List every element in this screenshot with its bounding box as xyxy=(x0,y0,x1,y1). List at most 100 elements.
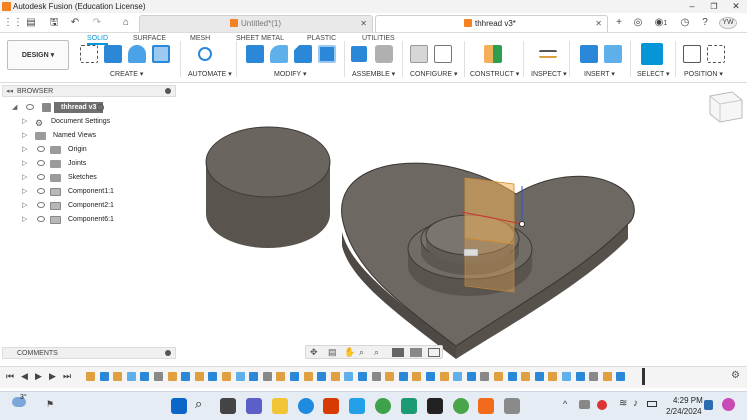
fusion-taskbar-icon[interactable] xyxy=(478,398,494,414)
revert-position-icon[interactable] xyxy=(707,45,725,63)
timeline-feature-icon[interactable] xyxy=(235,372,245,381)
configure-icon[interactable] xyxy=(410,45,428,63)
visibility-eye-icon[interactable] xyxy=(37,188,45,194)
expand-arrow-icon[interactable]: ▷ xyxy=(22,157,27,170)
timeline-feature-icon[interactable] xyxy=(371,372,381,381)
timeline-feature-icon[interactable] xyxy=(126,372,136,381)
timeline-feature-icon[interactable] xyxy=(99,372,109,381)
timeline-feature-icon[interactable] xyxy=(398,372,408,381)
timeline-feature-icon[interactable] xyxy=(208,372,218,381)
timeline-feature-icon[interactable] xyxy=(466,372,476,381)
timeline-feature-icon[interactable] xyxy=(344,372,354,381)
arduino-icon[interactable] xyxy=(401,398,417,414)
timeline-feature-icon[interactable] xyxy=(426,372,435,381)
notifications-icon[interactable]: ◉1 xyxy=(651,16,671,30)
extrude-icon[interactable] xyxy=(104,45,122,63)
insert-group-label[interactable]: INSERT ▾ xyxy=(584,70,615,78)
timeline-next-icon[interactable]: ▶ xyxy=(49,371,56,382)
notification-bell-icon[interactable] xyxy=(704,400,713,410)
timeline-prev-icon[interactable]: ◀ xyxy=(21,371,28,382)
shell-icon[interactable] xyxy=(318,45,336,63)
battery-icon[interactable] xyxy=(647,401,657,407)
timeline-feature-icon[interactable] xyxy=(494,372,503,381)
press-pull-icon[interactable] xyxy=(246,45,264,63)
tab-close-icon[interactable]: ✕ xyxy=(360,16,367,32)
automate-icon[interactable] xyxy=(198,47,212,61)
pan-hand-icon[interactable]: ✋ xyxy=(344,347,355,358)
tab-untitled[interactable]: Untitled*(1) ✕ xyxy=(139,15,373,32)
expand-arrow-icon[interactable]: ▷ xyxy=(22,143,27,156)
inspect-group-label[interactable]: INSPECT ▾ xyxy=(531,70,567,78)
zoom-icon[interactable]: ⌕ xyxy=(359,347,364,358)
expand-arrow-icon[interactable]: ▷ xyxy=(22,185,27,198)
browser-root-label[interactable]: thhread v3 xyxy=(54,102,104,113)
timeline-feature-icon[interactable] xyxy=(167,372,177,381)
hole-icon[interactable] xyxy=(152,45,170,63)
browser-item-component1[interactable]: ▷ Component1:1 xyxy=(0,185,176,198)
clock-date[interactable]: 2/24/2024 xyxy=(666,407,702,416)
task-view-icon[interactable] xyxy=(220,398,236,414)
timeline-feature-icon[interactable] xyxy=(412,372,422,381)
browser-item-joints[interactable]: ▷ Joints xyxy=(0,157,176,170)
undo-icon[interactable]: ↶ xyxy=(68,16,82,30)
canvas-viewport[interactable] xyxy=(176,84,747,366)
chrome-icon[interactable] xyxy=(375,398,391,414)
expand-arrow-icon[interactable]: ▷ xyxy=(22,213,27,226)
timeline-feature-icon[interactable] xyxy=(589,372,599,381)
timeline-feature-icon[interactable] xyxy=(616,372,626,381)
timeline-play-icon[interactable]: ▶ xyxy=(35,371,42,382)
visibility-eye-icon[interactable] xyxy=(37,202,45,208)
browser-root[interactable]: ◢ thhread v3 xyxy=(0,101,176,114)
expand-arrow-icon[interactable]: ▷ xyxy=(22,171,27,184)
construct-group-label[interactable]: CONSTRUCT ▾ xyxy=(470,70,519,78)
new-tab-icon[interactable]: + xyxy=(612,16,626,30)
redo-icon[interactable]: ↷ xyxy=(90,16,104,30)
capture-position-icon[interactable] xyxy=(683,45,701,63)
timeline-feature-icon[interactable] xyxy=(86,372,95,381)
timeline-settings-gear-icon[interactable]: ⚙ xyxy=(731,370,740,381)
visibility-eye-icon[interactable] xyxy=(37,174,45,180)
visibility-eye-icon[interactable] xyxy=(37,146,45,152)
workspace-dropdown[interactable]: DESIGN ▾ xyxy=(7,40,69,70)
clock-time[interactable]: 4:29 PM xyxy=(673,396,703,405)
timeline-feature-icon[interactable] xyxy=(290,372,299,381)
timeline-feature-icon[interactable] xyxy=(181,372,191,381)
fillet-icon[interactable] xyxy=(270,45,288,63)
position-group-label[interactable]: POSITION ▾ xyxy=(684,70,723,78)
timeline-feature-icon[interactable] xyxy=(358,372,367,381)
tab-close-icon[interactable]: ✕ xyxy=(595,16,602,32)
teams-icon[interactable] xyxy=(246,398,262,414)
automate-group-label[interactable]: AUTOMATE ▾ xyxy=(188,70,232,78)
new-component-icon[interactable] xyxy=(351,46,367,62)
browser-item-origin[interactable]: ▷ Origin xyxy=(0,143,176,156)
search-icon[interactable]: ⌕ xyxy=(195,396,202,412)
collapse-browser-icon[interactable]: ◂◂ xyxy=(6,86,13,97)
timeline-end-icon[interactable]: ⏭ xyxy=(63,371,71,382)
joint-icon[interactable] xyxy=(375,45,393,63)
timeline-feature-icon[interactable] xyxy=(154,372,163,381)
timeline-feature-icon[interactable] xyxy=(317,372,327,381)
browser-header[interactable]: ◂◂ BROWSER xyxy=(2,85,176,97)
file-menu-icon[interactable]: ▤ xyxy=(24,16,38,30)
timeline-feature-icon[interactable] xyxy=(439,372,449,381)
windows-start-icon[interactable] xyxy=(171,398,187,414)
timeline-feature-icon[interactable] xyxy=(113,372,123,381)
tab-thhread-v3[interactable]: thhread v3* ✕ xyxy=(375,15,608,32)
view-cube[interactable] xyxy=(709,91,743,123)
timeline-feature-icon[interactable] xyxy=(480,372,490,381)
timeline-feature-icon[interactable] xyxy=(602,372,612,381)
browser-item-document-settings[interactable]: ▷ ⚙ Document Settings xyxy=(0,115,176,128)
browser-item-sketches[interactable]: ▷ Sketches xyxy=(0,171,176,184)
grid-snaps-icon[interactable] xyxy=(410,348,422,357)
visibility-eye-icon[interactable] xyxy=(26,104,34,110)
clock-icon[interactable]: ◷ xyxy=(678,16,692,30)
measure-icon[interactable] xyxy=(539,50,557,58)
file-explorer-icon[interactable] xyxy=(272,398,288,414)
expand-arrow-icon[interactable]: ◢ xyxy=(12,101,17,114)
visibility-eye-icon[interactable] xyxy=(37,216,45,222)
home-icon[interactable]: ⌂ xyxy=(119,16,133,30)
tray-security-icon[interactable] xyxy=(597,400,607,410)
close-button[interactable]: ✕ xyxy=(725,0,747,13)
comments-panel[interactable]: COMMENTS xyxy=(2,347,176,359)
copilot-icon[interactable] xyxy=(722,398,735,411)
